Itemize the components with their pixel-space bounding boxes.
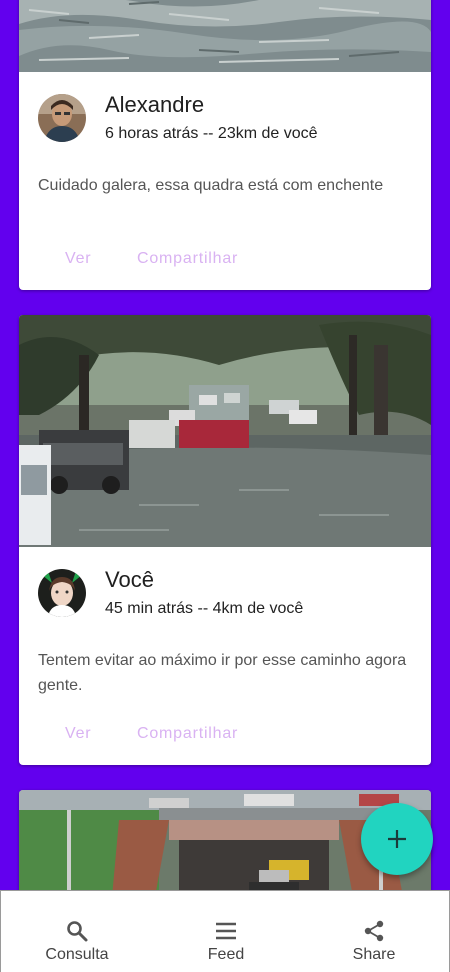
- nav-label: Feed: [207, 946, 245, 963]
- post-meta: 45 min atrás -- 4km de você: [105, 600, 304, 617]
- post-image[interactable]: [19, 315, 431, 547]
- post-card: Você 45 min atrás -- 4km de você Tentem …: [19, 315, 431, 765]
- post-author: Você: [105, 567, 154, 592]
- post-message: Tentem evitar ao máximo ir por esse cami…: [38, 652, 407, 694]
- view-button[interactable]: Ver: [65, 239, 91, 279]
- post-header: Você 45 min atrás -- 4km de você: [19, 567, 431, 629]
- post-meta: 6 horas atrás -- 23km de você: [105, 125, 318, 142]
- nav-label: Consulta: [45, 946, 109, 963]
- app-screen: Alexandre 6 horas atrás -- 23km de você …: [0, 0, 450, 972]
- feed-list[interactable]: Alexandre 6 horas atrás -- 23km de você …: [0, 0, 450, 890]
- post-message: Cuidado galera, essa quadra está com enc…: [38, 177, 384, 194]
- search-icon: [67, 921, 88, 942]
- avatar[interactable]: [38, 569, 86, 617]
- nav-consulta[interactable]: Consulta: [17, 891, 137, 972]
- post-header: Alexandre 6 horas atrás -- 23km de você: [19, 92, 431, 154]
- menu-icon: [216, 922, 236, 940]
- post-card: Alexandre 6 horas atrás -- 23km de você …: [19, 0, 431, 290]
- add-post-button[interactable]: [361, 803, 433, 875]
- nav-label: Share: [352, 946, 396, 963]
- share-icon: [364, 920, 384, 942]
- post-author: Alexandre: [105, 92, 205, 117]
- share-post-button[interactable]: Compartilhar: [137, 714, 238, 754]
- post-actions: Ver Compartilhar: [19, 239, 431, 279]
- bottom-navigation: Consulta Feed Share: [0, 890, 450, 972]
- post-image[interactable]: [19, 0, 431, 72]
- post-actions: Ver Compartilhar: [19, 714, 431, 754]
- nav-share[interactable]: Share: [314, 891, 434, 972]
- avatar[interactable]: [38, 94, 86, 142]
- share-post-button[interactable]: Compartilhar: [137, 239, 238, 279]
- nav-feed[interactable]: Feed: [166, 891, 286, 972]
- view-button[interactable]: Ver: [65, 714, 91, 754]
- plus-icon: [388, 830, 406, 848]
